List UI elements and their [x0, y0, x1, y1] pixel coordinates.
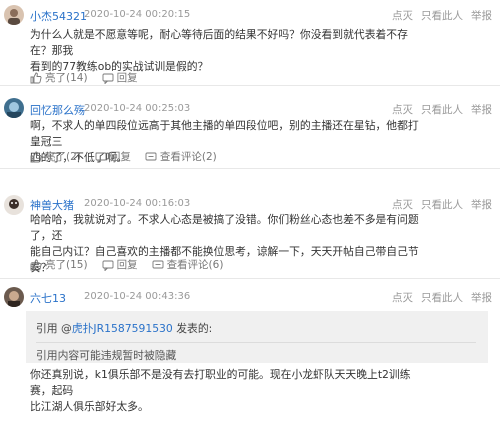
like-count: 亮了(15)	[45, 259, 88, 271]
comment-line: 比江湖人俱乐部好太多。	[30, 400, 149, 413]
comment-line: 为什么人就是不愿意等呢，耐心等待后面的结果不好吗？你没看到就代表着不存在？那我	[30, 28, 408, 57]
view-replies-label: 查看评论(2)	[159, 151, 217, 163]
reply-button[interactable]: 回复	[102, 70, 138, 85]
hide-button[interactable]: 点灭	[392, 10, 413, 22]
avatar[interactable]	[4, 195, 24, 215]
timestamp: 2020-10-24 00:25:03	[84, 103, 191, 114]
like-button[interactable]: 亮了(15)	[30, 257, 88, 272]
view-replies-button[interactable]: 查看评论(6)	[152, 257, 224, 272]
report-button[interactable]: 举报	[471, 199, 492, 211]
comment-buttons: 亮了(14) 回复	[30, 70, 152, 85]
reply-label: 回复	[116, 259, 138, 271]
comment-buttons: 亮了(15) 回复 查看评论(6)	[30, 257, 237, 272]
report-button[interactable]: 举报	[471, 10, 492, 22]
comment-actions: 点灭 只看此人 举报	[384, 197, 492, 212]
username[interactable]: 小杰54321	[30, 8, 87, 24]
view-replies-label: 查看评论(6)	[166, 259, 224, 271]
comment-actions: 点灭 只看此人 举报	[384, 8, 492, 23]
avatar[interactable]	[4, 287, 24, 307]
thumbs-up-icon	[30, 151, 42, 162]
comment-icon	[145, 152, 157, 160]
like-button[interactable]: 亮了(14)	[30, 70, 88, 85]
quote-suffix: 发表的:	[172, 322, 213, 335]
username[interactable]: 六七13	[30, 290, 66, 306]
quote-text: 引用内容可能违规暂时被隐藏	[36, 349, 177, 362]
thumbs-up-icon	[30, 72, 42, 83]
reply-icon	[102, 260, 114, 271]
comment-line: 啊，不求人的单四段位远高于其他主播的单四段位吧，别的主播还在星钻，他都打皇冠三	[30, 119, 419, 148]
timestamp: 2020-10-24 00:16:03	[84, 198, 191, 209]
hide-button[interactable]: 点灭	[392, 199, 413, 211]
like-button[interactable]: 亮了(2)	[30, 149, 81, 164]
reply-label: 回复	[109, 151, 131, 163]
quote-body: 引用内容可能违规暂时被隐藏	[36, 342, 476, 362]
comment-body: 你还真别说，k1俱乐部不是没有去打职业的可能。现在小龙虾队天天晚上t2训练赛，起…	[30, 367, 420, 415]
report-button[interactable]: 举报	[471, 292, 492, 304]
comment-line: 哈哈哈，我就说对了。不求人心态是被搞了没错。你们粉丝心态也差不多是有问题了，还	[30, 213, 419, 242]
only-this-user-button[interactable]: 只看此人	[421, 199, 463, 211]
only-this-user-button[interactable]: 只看此人	[421, 10, 463, 22]
comment-actions: 点灭 只看此人 举报	[384, 290, 492, 305]
quoted-user-link[interactable]: 虎扑JR1587591530	[72, 322, 173, 335]
hide-button[interactable]: 点灭	[392, 104, 413, 116]
reply-icon	[95, 152, 107, 163]
reply-label: 回复	[116, 72, 138, 84]
like-count: 亮了(2)	[45, 151, 81, 163]
reply-icon	[102, 73, 114, 84]
like-count: 亮了(14)	[45, 72, 88, 84]
comment-body: 为什么人就是不愿意等呢，耐心等待后面的结果不好吗？你没看到就代表着不存在？那我 …	[30, 27, 420, 75]
username[interactable]: 神兽大猪	[30, 197, 74, 213]
avatar[interactable]	[4, 98, 24, 118]
quote-prefix: 引用 @	[36, 322, 72, 335]
comment-icon	[152, 260, 164, 268]
comment-4: 六七13 2020-10-24 00:43:36 点灭 只看此人 举报 引用 @虎扑…	[0, 279, 500, 424]
comment-2: 回忆那么殇 2020-10-24 00:25:03 点灭 只看此人 举报 啊，不求人…	[0, 86, 500, 169]
only-this-user-button[interactable]: 只看此人	[421, 292, 463, 304]
timestamp: 2020-10-24 00:20:15	[84, 9, 191, 20]
hide-button[interactable]: 点灭	[392, 292, 413, 304]
comment-line: 你还真别说，k1俱乐部不是没有去打职业的可能。现在小龙虾队天天晚上t2训练赛，起…	[30, 368, 411, 397]
timestamp: 2020-10-24 00:43:36	[84, 291, 191, 302]
comment-buttons: 亮了(2) 回复 查看评论(2)	[30, 149, 231, 164]
reply-button[interactable]: 回复	[102, 257, 138, 272]
comment-1: 小杰54321 2020-10-24 00:20:15 点灭 只看此人 举报 为什么…	[0, 0, 500, 86]
username[interactable]: 回忆那么殇	[30, 102, 85, 118]
only-this-user-button[interactable]: 只看此人	[421, 104, 463, 116]
avatar[interactable]	[4, 5, 24, 25]
report-button[interactable]: 举报	[471, 104, 492, 116]
thumbs-up-icon	[30, 259, 42, 270]
comment-actions: 点灭 只看此人 举报	[384, 102, 492, 117]
comment-3: 神兽大猪 2020-10-24 00:16:03 点灭 只看此人 举报 哈哈哈，我就…	[0, 169, 500, 279]
quote-header: 引用 @虎扑JR1587591530 发表的:	[36, 320, 212, 336]
quote-block: 引用 @虎扑JR1587591530 发表的: 引用内容可能违规暂时被隐藏	[26, 311, 488, 363]
view-replies-button[interactable]: 查看评论(2)	[145, 149, 217, 164]
reply-button[interactable]: 回复	[95, 149, 131, 164]
